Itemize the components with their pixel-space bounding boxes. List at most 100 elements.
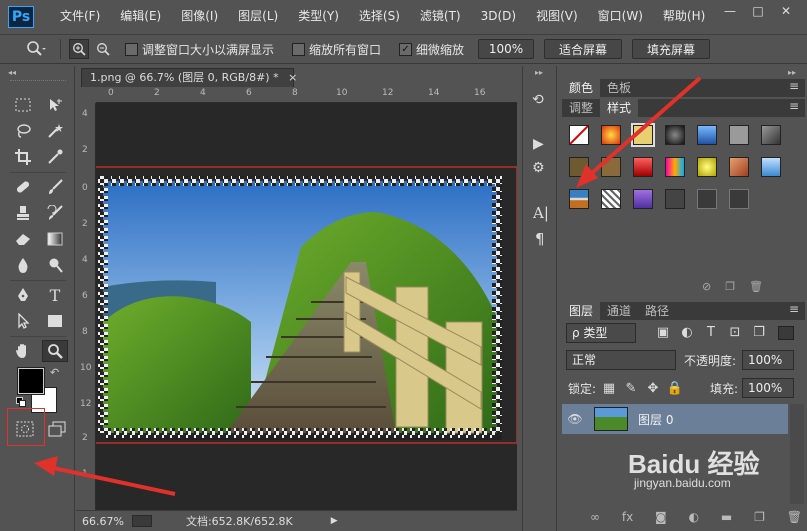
filter-toggle[interactable] <box>778 326 794 340</box>
style-swatch[interactable] <box>697 157 717 177</box>
properties-panel-icon[interactable]: ⚙ <box>532 160 545 176</box>
screen-mode-icon[interactable] <box>44 418 70 440</box>
lock-transparency-icon[interactable]: ▦ <box>600 381 618 397</box>
scrubby-zoom-checkbox[interactable]: ✓ <box>399 42 413 56</box>
rectangle-tool-icon[interactable] <box>42 310 68 332</box>
delete-style-icon[interactable]: 🗑 <box>749 280 763 293</box>
clone-stamp-tool-icon[interactable] <box>10 202 36 224</box>
style-swatch[interactable] <box>697 189 717 209</box>
style-swatch[interactable] <box>761 125 781 145</box>
menu-image[interactable]: 图像(I) <box>171 0 228 33</box>
zoom-tool-icon[interactable] <box>26 40 46 58</box>
status-menu-arrow[interactable]: ▶ <box>331 516 338 526</box>
history-panel-icon[interactable]: ⟲ <box>532 92 544 108</box>
layer-visibility-eye-icon[interactable]: 👁 <box>562 412 588 426</box>
close-button[interactable]: ✕ <box>773 2 799 19</box>
menu-file[interactable]: 文件(F) <box>50 0 110 33</box>
scrubby-zoom-option[interactable]: ✓ 细微缩放 <box>399 41 464 58</box>
menu-window[interactable]: 窗口(W) <box>588 0 653 33</box>
eraser-tool-icon[interactable] <box>10 228 36 250</box>
zoom-100-button[interactable]: 100% <box>478 39 535 59</box>
healing-brush-tool-icon[interactable] <box>10 176 36 198</box>
layers-scrollbar[interactable] <box>790 404 804 504</box>
style-swatch[interactable] <box>633 189 653 209</box>
layer-style-icon[interactable]: fx <box>622 510 633 524</box>
style-swatch[interactable] <box>729 157 749 177</box>
style-swatch[interactable] <box>729 125 749 145</box>
new-adjustment-icon[interactable]: ◐ <box>689 510 699 524</box>
crop-tool-icon[interactable] <box>10 146 36 168</box>
style-swatch[interactable] <box>665 189 685 209</box>
tab-swatches[interactable]: 色板 <box>600 79 638 97</box>
menu-edit[interactable]: 编辑(E) <box>110 0 171 33</box>
history-brush-tool-icon[interactable] <box>42 202 68 224</box>
actions-panel-icon[interactable]: ▶ <box>533 136 544 152</box>
panel-grip[interactable]: ▸▸ <box>788 68 796 77</box>
style-swatch[interactable] <box>601 125 621 145</box>
new-layer-icon[interactable]: ❐ <box>754 510 765 524</box>
new-group-icon[interactable]: ▬ <box>721 510 732 524</box>
lasso-tool-icon[interactable] <box>10 120 36 142</box>
panel-grip[interactable]: ◂◂ <box>8 68 16 77</box>
tab-channels[interactable]: 通道 <box>600 302 638 320</box>
zoom-in-icon[interactable] <box>69 39 89 59</box>
move-tool-icon[interactable] <box>42 94 68 116</box>
hand-tool-icon[interactable] <box>10 340 36 362</box>
layer-filter-dropdown[interactable]: ρ 类型 <box>566 323 636 343</box>
brush-tool-icon[interactable] <box>42 176 68 198</box>
lock-image-icon[interactable]: ✎ <box>622 381 640 397</box>
menu-layer[interactable]: 图层(L) <box>228 0 288 33</box>
style-swatch[interactable] <box>569 157 589 177</box>
style-swatch[interactable] <box>761 157 781 177</box>
dodge-tool-icon[interactable] <box>42 254 68 276</box>
zoom-all-option[interactable]: 缩放所有窗口 <box>292 41 381 58</box>
foreground-color-swatch[interactable] <box>17 367 45 395</box>
document-canvas-area[interactable] <box>76 87 517 510</box>
menu-type[interactable]: 类型(Y) <box>288 0 349 33</box>
lock-position-icon[interactable]: ✥ <box>644 381 662 397</box>
filter-pixel-icon[interactable]: ▣ <box>654 325 672 341</box>
opacity-input[interactable]: 100% <box>742 350 794 370</box>
fit-window-checkbox[interactable] <box>125 42 138 56</box>
close-tab-icon[interactable]: × <box>288 71 297 84</box>
zoom-level[interactable]: 66.67% <box>82 515 124 528</box>
default-colors-icon[interactable] <box>16 397 26 407</box>
style-none[interactable] <box>569 125 589 145</box>
delete-layer-icon[interactable]: 🗑 <box>787 510 802 524</box>
style-swatch[interactable] <box>729 189 749 209</box>
filter-shape-icon[interactable]: ⊡ <box>726 325 744 341</box>
link-layers-icon[interactable]: ∞ <box>590 510 600 524</box>
quick-mask-mode-icon[interactable] <box>12 418 38 440</box>
path-selection-tool-icon[interactable] <box>10 310 36 332</box>
add-mask-icon[interactable]: ◙ <box>655 510 667 524</box>
panel-grip[interactable]: ▸▸ <box>535 68 543 77</box>
layer-row[interactable]: 👁 图层 0 <box>562 404 788 434</box>
menu-select[interactable]: 选择(S) <box>349 0 410 33</box>
zoom-out-icon[interactable] <box>93 39 113 59</box>
type-tool-icon[interactable]: T <box>42 284 68 306</box>
filter-type-icon[interactable]: T <box>702 325 720 341</box>
clear-style-icon[interactable]: ⊘ <box>702 280 711 293</box>
style-swatch[interactable] <box>697 125 717 145</box>
menu-filter[interactable]: 滤镜(T) <box>410 0 471 33</box>
style-swatch[interactable] <box>633 157 653 177</box>
paragraph-panel-icon[interactable]: ¶ <box>535 230 545 248</box>
layer-name[interactable]: 图层 0 <box>638 411 673 428</box>
minimize-button[interactable]: — <box>717 2 743 19</box>
pen-tool-icon[interactable] <box>10 284 36 306</box>
zoom-tool-icon[interactable] <box>42 340 68 362</box>
menu-help[interactable]: 帮助(H) <box>653 0 715 33</box>
filter-smart-object-icon[interactable]: ❐ <box>750 325 768 341</box>
menu-view[interactable]: 视图(V) <box>526 0 588 33</box>
marquee-tool-icon[interactable] <box>10 94 36 116</box>
new-style-icon[interactable]: ❐ <box>725 280 735 293</box>
style-swatch[interactable] <box>665 157 685 177</box>
fill-screen-button[interactable]: 填充屏幕 <box>632 39 711 59</box>
tab-color[interactable]: 颜色 <box>562 79 601 97</box>
blur-tool-icon[interactable] <box>10 254 36 276</box>
fill-input[interactable]: 100% <box>742 378 794 398</box>
tab-styles[interactable]: 样式 <box>600 99 639 117</box>
maximize-button[interactable]: □ <box>745 2 771 19</box>
character-panel-icon[interactable]: A| <box>533 204 549 222</box>
style-swatch[interactable] <box>569 189 589 209</box>
